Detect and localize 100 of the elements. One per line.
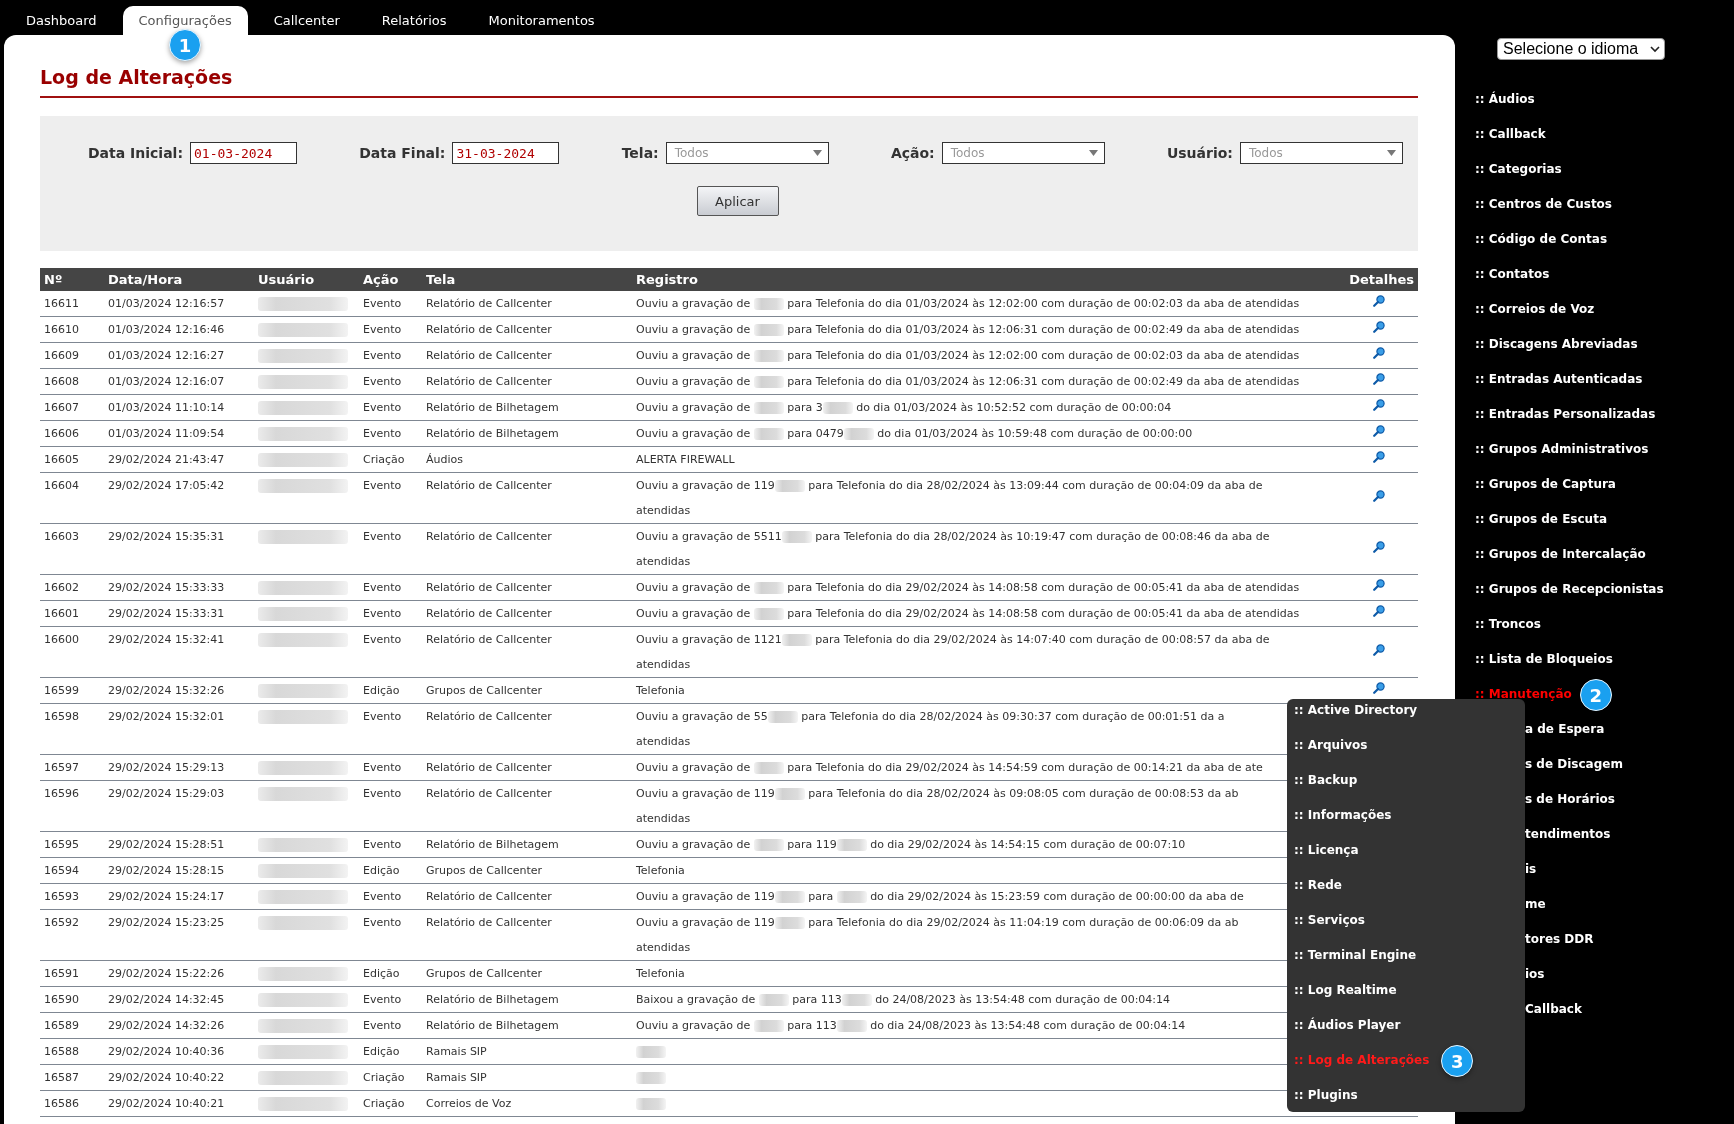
log-entry: ALERTA FIREWALL	[636, 452, 735, 468]
log-entry: Ouviu a gravação de 119 para Telefonia do dia 28/02/2024 às 09:08:05 com duração de 00:08:53 da ab	[636, 786, 1239, 802]
table-cell: Relatório de Callcenter	[422, 291, 632, 317]
table-cell: Relatório de Bilhetagem	[422, 1012, 632, 1039]
table-cell: 16611	[40, 291, 104, 317]
log-entry: atendidas	[636, 554, 691, 570]
magnifier-icon[interactable]	[1373, 399, 1385, 411]
sidebar-item[interactable]: :: Áudios	[1475, 92, 1535, 107]
sidebar-item[interactable]: :: Discagens Abreviadas	[1475, 337, 1638, 352]
menu-item[interactable]: :: Backup	[1294, 773, 1358, 788]
table-cell: 16605	[40, 446, 104, 473]
sidebar-item[interactable]: :: Troncos	[1475, 617, 1541, 632]
sidebar-item[interactable]: :: Grupos de Intercalação	[1475, 547, 1646, 562]
menu-item[interactable]: :: Active Directory	[1294, 703, 1418, 718]
table-cell: 16589	[40, 1012, 104, 1039]
sidebar-item[interactable]: s de Discagem	[1525, 757, 1623, 772]
sidebar-item[interactable]: :: Entradas Personalizadas	[1475, 407, 1656, 422]
table-cell: Evento	[359, 626, 422, 678]
table-cell: 16587	[40, 1064, 104, 1091]
sidebar-item[interactable]: tores DDR	[1525, 932, 1594, 947]
sidebar-item[interactable]: :: Lista de Bloqueios	[1475, 652, 1613, 667]
table-cell: 29/02/2024 15:28:51	[104, 831, 254, 858]
sidebar-item[interactable]: s de Horários	[1525, 792, 1615, 807]
sidebar-item[interactable]: tendimentos	[1525, 827, 1611, 842]
nav-tab[interactable]: Relatórios	[365, 6, 463, 35]
table-cell: 01/03/2024 12:16:57	[104, 291, 254, 317]
nav-tab[interactable]: Configurações	[122, 6, 248, 35]
magnifier-icon[interactable]	[1373, 605, 1385, 617]
menu-item[interactable]: :: Rede	[1294, 878, 1342, 893]
sidebar-item[interactable]: :: Código de Contas	[1475, 232, 1608, 247]
column-header: Registro	[632, 268, 1340, 291]
sidebar-item[interactable]: :: Grupos de Escuta	[1475, 512, 1607, 527]
sidebar-item[interactable]: :: Grupos de Recepcionistas	[1475, 582, 1664, 597]
sidebar-item[interactable]: ios	[1525, 967, 1545, 982]
sidebar-item[interactable]: :: Correios de Voz	[1475, 302, 1595, 317]
sidebar-item[interactable]: :: Entradas Autenticadas	[1475, 372, 1643, 387]
table-cell: Relatório de Callcenter	[422, 472, 632, 524]
magnifier-icon[interactable]	[1373, 643, 1385, 656]
sidebar-item[interactable]: a de Espera	[1525, 722, 1605, 737]
table-cell: 16597	[40, 754, 104, 781]
menu-item[interactable]: :: Arquivos	[1294, 738, 1368, 753]
table-cell: 16593	[40, 883, 104, 910]
menu-item[interactable]: :: Terminal Engine	[1294, 948, 1417, 963]
sidebar-item[interactable]: :: Categorias	[1475, 162, 1562, 177]
menu-item[interactable]: :: Áudios Player	[1294, 1018, 1401, 1033]
sidebar-item[interactable]: :: Centros de Custos	[1475, 197, 1612, 212]
magnifier-icon[interactable]	[1373, 295, 1385, 307]
date-field[interactable]: 01-03-2024	[190, 142, 297, 164]
table-cell: Evento	[359, 1012, 422, 1039]
sidebar-item[interactable]: Callback	[1525, 1002, 1582, 1017]
sidebar-item[interactable]: me	[1525, 897, 1546, 912]
table-cell: 16602	[40, 574, 104, 601]
table-cell: Relatório de Callcenter	[422, 909, 632, 961]
magnifier-icon[interactable]	[1373, 347, 1385, 359]
magnifier-icon[interactable]	[1373, 373, 1385, 385]
table-cell: Evento	[359, 780, 422, 832]
table-cell: Criação	[359, 1064, 422, 1091]
column-header: Data/Hora	[104, 268, 254, 291]
nav-tab[interactable]: Monitoramentos	[472, 6, 611, 35]
table-cell: 29/02/2024 15:32:41	[104, 626, 254, 678]
menu-item[interactable]: :: Serviços	[1294, 913, 1365, 928]
magnifier-icon[interactable]	[1373, 425, 1385, 437]
table-cell: Evento	[359, 909, 422, 961]
magnifier-icon[interactable]	[1373, 451, 1385, 463]
table-cell: Evento	[359, 754, 422, 781]
column-header: Nº	[40, 268, 104, 291]
field-label: Ação:	[890, 145, 935, 161]
nav-tab[interactable]: Dashboard	[10, 6, 113, 35]
log-entry: Ouviu a gravação de 55 para Telefonia do dia 28/02/2024 às 09:30:37 com duração de 00:01:51 da a	[636, 709, 1225, 725]
log-entry: Ouviu a gravação de para Telefonia do dia 01/03/2024 às 12:02:00 com duração de 00:02:03 da aba de atendidas	[636, 348, 1300, 364]
column-header: Ação	[359, 268, 422, 291]
table-cell: Evento	[359, 986, 422, 1013]
sidebar-item[interactable]: is	[1525, 862, 1537, 877]
sidebar-item[interactable]: :: Callback	[1475, 127, 1546, 142]
menu-item[interactable]: :: Plugins	[1294, 1088, 1358, 1103]
table-cell: 29/02/2024 21:43:47	[104, 446, 254, 473]
date-field[interactable]: 31-03-2024	[452, 142, 560, 164]
magnifier-icon[interactable]	[1373, 579, 1385, 591]
log-entry: Ouviu a gravação de 1121 para Telefonia do dia 29/02/2024 às 14:07:40 com duração de 00:08:57 da aba de	[636, 632, 1270, 648]
apply-button[interactable]: Aplicar	[696, 186, 779, 216]
magnifier-icon[interactable]	[1373, 540, 1385, 553]
table-cell: Relatório de Bilhetagem	[422, 986, 632, 1013]
magnifier-icon[interactable]	[1373, 682, 1385, 694]
menu-item[interactable]: :: Log Realtime	[1294, 983, 1397, 998]
table-cell: 16595	[40, 831, 104, 858]
field-label: Usuário:	[1166, 145, 1233, 161]
menu-item[interactable]: :: Informações	[1294, 808, 1392, 823]
sidebar-item[interactable]: :: Grupos de Captura	[1475, 477, 1616, 492]
sidebar-item[interactable]: :: Contatos	[1475, 267, 1550, 282]
sidebar-item[interactable]: :: Grupos Administrativos	[1475, 442, 1649, 457]
magnifier-icon[interactable]	[1373, 489, 1385, 502]
sidebar-item[interactable]: :: Manutenção	[1475, 687, 1572, 702]
magnifier-icon[interactable]	[1373, 321, 1385, 333]
table-cell: Relatório de Callcenter	[422, 600, 632, 627]
menu-item[interactable]: :: Licença	[1294, 843, 1359, 858]
language-select[interactable]: Selecione o idioma	[1497, 38, 1665, 60]
table-cell: 29/02/2024 15:33:33	[104, 574, 254, 601]
table-cell: Edição	[359, 677, 422, 704]
nav-tab[interactable]: Callcenter	[257, 6, 356, 35]
table-cell: Evento	[359, 342, 422, 369]
